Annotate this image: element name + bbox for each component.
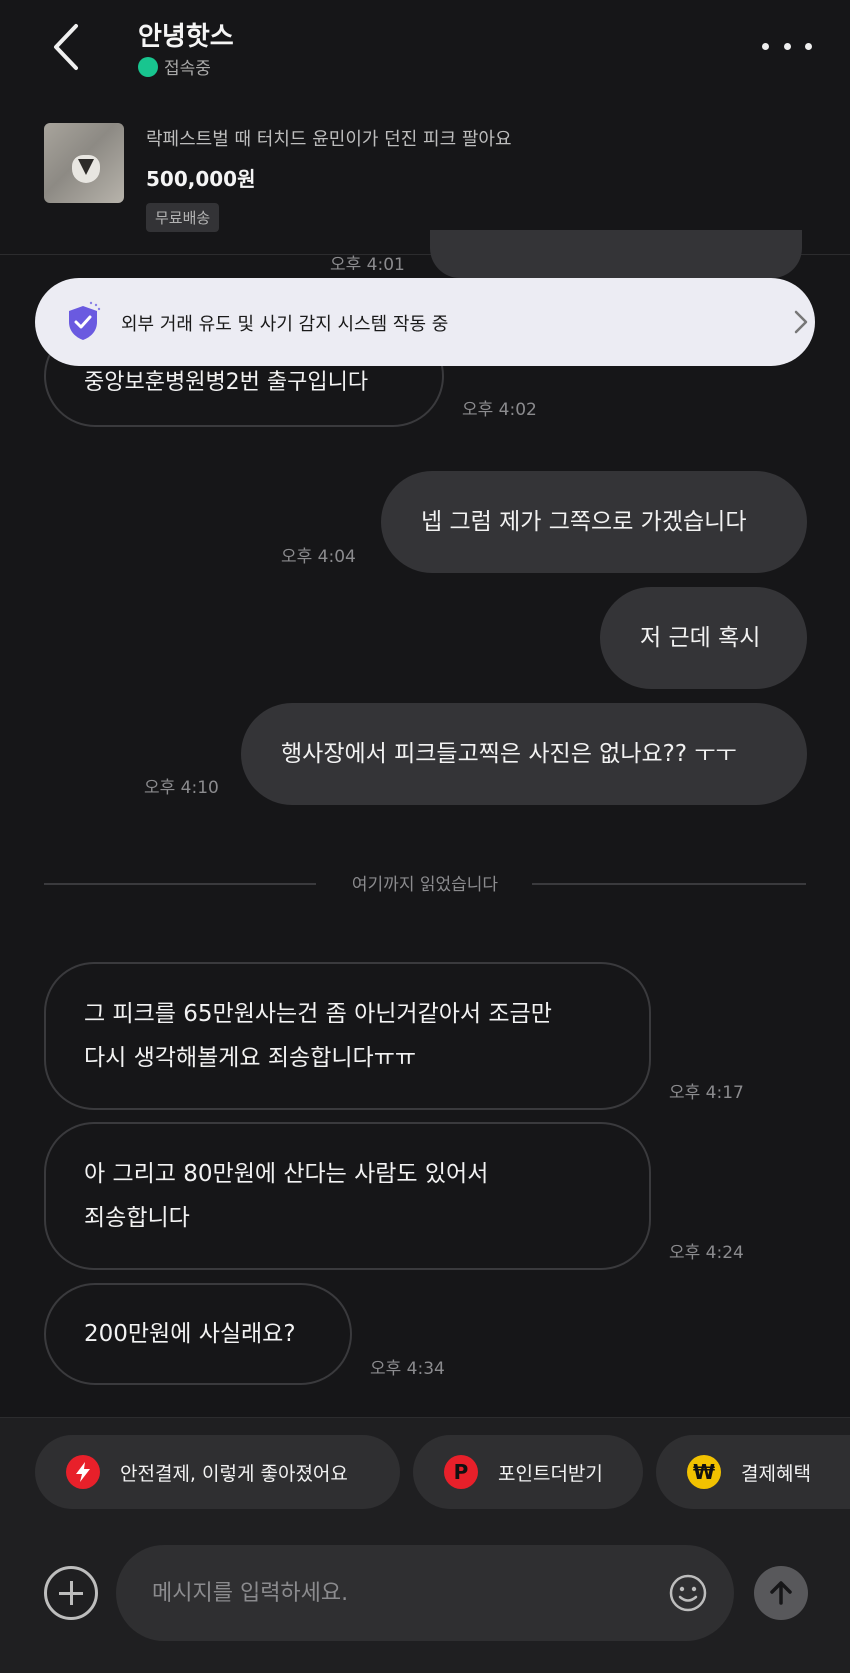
message-time: 오후 4:01 [330, 255, 405, 270]
arrow-up-icon [770, 1581, 792, 1605]
message-text: 200만원에 사실래요? [84, 1321, 296, 1347]
emoji-button[interactable] [668, 1573, 708, 1613]
message-text: 넵 그럼 제가 그쪽으로 가겠습니다 [421, 509, 747, 535]
message-input[interactable] [116, 1545, 734, 1641]
message-text: 중앙보훈병원병2번 출구입니다 [84, 370, 369, 395]
more-options-button[interactable] [762, 34, 812, 58]
chevron-right-icon [794, 310, 808, 334]
lightning-icon [66, 1455, 100, 1489]
chevron-left-icon [54, 24, 78, 70]
chip-label: 안전결제, 이렇게 좋아졌어요 [120, 1462, 348, 1485]
message-time: 오후 4:02 [462, 400, 537, 420]
product-name: 락페스트벌 때 터치드 윤민이가 던진 피크 팔아요 [146, 129, 512, 150]
product-thumbnail [44, 123, 124, 203]
dot-icon [762, 42, 769, 50]
message-time: 오후 4:17 [669, 1083, 744, 1103]
message-text-line: 그 피크를 65만원사는건 좀 아닌거같아서 조금만 [84, 1001, 552, 1027]
online-status-label: 접속중 [164, 59, 211, 79]
message-text-line: 다시 생각해볼게요 죄송합니다ㅠㅠ [84, 1045, 417, 1071]
message-bubble-outgoing: 행사장에서 피크들고찍은 사진은 없나요?? ㅜㅜ [241, 703, 807, 805]
message-text-line: 죄송합니다 [84, 1205, 190, 1231]
message-bubble-incoming: 200만원에 사실래요? [44, 1283, 352, 1385]
message-bubble-outgoing: 저 근데 혹시 [600, 587, 807, 689]
message-time: 오후 4:34 [370, 1359, 445, 1379]
online-dot-icon [138, 56, 158, 77]
point-icon: P [444, 1455, 478, 1489]
message-bubble-incoming: 그 피크를 65만원사는건 좀 아닌거같아서 조금만 다시 생각해볼게요 죄송합… [44, 962, 651, 1110]
message-bubble-outgoing [430, 230, 802, 278]
shield-check-icon [69, 301, 101, 340]
message-time: 오후 4:04 [281, 547, 356, 567]
message-time: 오후 4:10 [144, 778, 219, 798]
back-button[interactable] [50, 22, 90, 72]
notice-text: 외부 거래 유도 및 사기 감지 시스템 작동 중 [121, 314, 449, 335]
message-time: 오후 4:24 [669, 1243, 744, 1263]
chip-label: 결제혜택 [741, 1462, 811, 1485]
message-text: 저 근데 혹시 [640, 625, 761, 651]
read-marker: 여기까지 읽었습니다 [351, 875, 499, 895]
message-bubble-outgoing: 넵 그럼 제가 그쪽으로 가겠습니다 [381, 471, 807, 573]
fraud-detection-notice[interactable]: 외부 거래 유도 및 사기 감지 시스템 작동 중 [35, 278, 815, 366]
message-bubble-incoming: 아 그리고 80만원에 산다는 사람도 있어서 죄송합니다 [44, 1122, 651, 1270]
free-shipping-badge: 무료배송 [146, 203, 220, 232]
composer-area: 안전결제, 이렇게 좋아졌어요 P 포인트더받기 ₩ 결제혜택 [0, 1417, 850, 1673]
smiley-icon [669, 1574, 707, 1612]
points-chip[interactable]: P 포인트더받기 [413, 1435, 643, 1509]
attach-button[interactable] [44, 1566, 98, 1620]
won-icon: ₩ [687, 1455, 721, 1489]
send-button[interactable] [754, 1566, 808, 1620]
dot-icon [783, 42, 791, 50]
dot-icon [805, 42, 812, 50]
chat-header: 안녕핫스 접속중 [0, 0, 850, 95]
message-text: 행사장에서 피크들고찍은 사진은 없나요?? ㅜㅜ [281, 741, 737, 767]
payment-benefit-chip[interactable]: ₩ 결제혜택 [656, 1435, 850, 1509]
input-row [0, 1545, 850, 1641]
message-text-line: 아 그리고 80만원에 산다는 사람도 있어서 [84, 1161, 489, 1187]
chat-title: 안녕핫스 [138, 22, 234, 52]
online-status: 접속중 [138, 54, 211, 79]
chip-label: 포인트더받기 [498, 1462, 603, 1485]
safe-payment-chip[interactable]: 안전결제, 이렇게 좋아졌어요 [35, 1435, 400, 1509]
product-price: 500,000원 [146, 167, 256, 191]
